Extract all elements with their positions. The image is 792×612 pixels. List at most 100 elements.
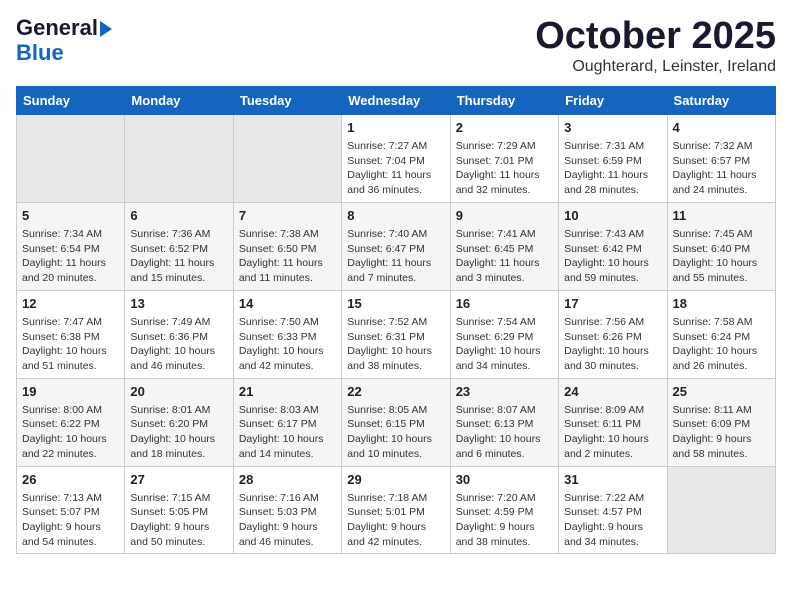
calendar-cell: 27 Sunrise: 7:15 AM Sunset: 5:05 PM Dayli…	[125, 466, 233, 554]
calendar-cell	[125, 114, 233, 202]
calendar-cell: 11 Sunrise: 7:45 AM Sunset: 6:40 PM Dayli…	[667, 202, 775, 290]
cell-content: Sunrise: 7:40 AM Sunset: 6:47 PM Dayligh…	[347, 227, 444, 286]
calendar-cell: 15Sunrise: 7:52 AM Sunset: 6:31 PM Dayli…	[342, 290, 450, 378]
day-number: 11	[673, 207, 770, 225]
day-number: 27	[130, 471, 227, 489]
cell-content: Sunrise: 7:50 AM Sunset: 6:33 PM Dayligh…	[239, 315, 336, 374]
cell-content: Sunrise: 8:01 AM Sunset: 6:20 PM Dayligh…	[130, 403, 227, 462]
calendar-cell: 1Sunrise: 7:27 AM Sunset: 7:04 PM Daylig…	[342, 114, 450, 202]
day-number: 17	[564, 295, 661, 313]
day-number: 13	[130, 295, 227, 313]
calendar-cell: 16Sunrise: 7:54 AM Sunset: 6:29 PM Dayli…	[450, 290, 558, 378]
cell-content: Sunrise: 7:13 AM Sunset: 5:07 PM Dayligh…	[22, 491, 119, 550]
logo-text: General	[16, 16, 112, 40]
calendar-table: SundayMondayTuesdayWednesdayThursdayFrid…	[16, 86, 776, 555]
day-number: 25	[673, 383, 770, 401]
header-day: Tuesday	[233, 86, 341, 114]
day-number: 5	[22, 207, 119, 225]
calendar-week: 1Sunrise: 7:27 AM Sunset: 7:04 PM Daylig…	[17, 114, 776, 202]
calendar-week: 12 Sunrise: 7:47 AM Sunset: 6:38 PM Dayli…	[17, 290, 776, 378]
day-number: 1	[347, 119, 444, 137]
header-row: SundayMondayTuesdayWednesdayThursdayFrid…	[17, 86, 776, 114]
logo-general: General	[16, 15, 98, 40]
logo: General Blue	[16, 16, 112, 66]
cell-content: Sunrise: 7:56 AM Sunset: 6:26 PM Dayligh…	[564, 315, 661, 374]
day-number: 12	[22, 295, 119, 313]
calendar-cell: 12 Sunrise: 7:47 AM Sunset: 6:38 PM Dayli…	[17, 290, 125, 378]
calendar-week: 26 Sunrise: 7:13 AM Sunset: 5:07 PM Dayli…	[17, 466, 776, 554]
cell-content: Sunrise: 7:34 AM Sunset: 6:54 PM Dayligh…	[22, 227, 119, 286]
calendar-week: 19 Sunrise: 8:00 AM Sunset: 6:22 PM Dayli…	[17, 378, 776, 466]
calendar-cell: 13 Sunrise: 7:49 AM Sunset: 6:36 PM Dayli…	[125, 290, 233, 378]
cell-content: Sunrise: 7:47 AM Sunset: 6:38 PM Dayligh…	[22, 315, 119, 374]
calendar-cell: 17 Sunrise: 7:56 AM Sunset: 6:26 PM Dayli…	[559, 290, 667, 378]
calendar-cell	[233, 114, 341, 202]
calendar-cell: 14Sunrise: 7:50 AM Sunset: 6:33 PM Dayli…	[233, 290, 341, 378]
calendar-cell: 5 Sunrise: 7:34 AM Sunset: 6:54 PM Daylig…	[17, 202, 125, 290]
cell-content: Sunrise: 7:15 AM Sunset: 5:05 PM Dayligh…	[130, 491, 227, 550]
cell-content: Sunrise: 7:31 AM Sunset: 6:59 PM Dayligh…	[564, 139, 661, 198]
day-number: 26	[22, 471, 119, 489]
header-day: Wednesday	[342, 86, 450, 114]
cell-content: Sunrise: 7:22 AM Sunset: 4:57 PM Dayligh…	[564, 491, 661, 550]
logo-blue: Blue	[16, 40, 64, 66]
day-number: 19	[22, 383, 119, 401]
calendar-cell: 3 Sunrise: 7:31 AM Sunset: 6:59 PM Daylig…	[559, 114, 667, 202]
header-day: Saturday	[667, 86, 775, 114]
calendar-cell: 22Sunrise: 8:05 AM Sunset: 6:15 PM Dayli…	[342, 378, 450, 466]
cell-content: Sunrise: 8:00 AM Sunset: 6:22 PM Dayligh…	[22, 403, 119, 462]
day-number: 7	[239, 207, 336, 225]
cell-content: Sunrise: 7:45 AM Sunset: 6:40 PM Dayligh…	[673, 227, 770, 286]
calendar-cell: 25 Sunrise: 8:11 AM Sunset: 6:09 PM Dayli…	[667, 378, 775, 466]
calendar-body: 1Sunrise: 7:27 AM Sunset: 7:04 PM Daylig…	[17, 114, 776, 554]
day-number: 24	[564, 383, 661, 401]
day-number: 23	[456, 383, 553, 401]
calendar-cell	[667, 466, 775, 554]
calendar-cell: 20 Sunrise: 8:01 AM Sunset: 6:20 PM Dayli…	[125, 378, 233, 466]
day-number: 3	[564, 119, 661, 137]
day-number: 31	[564, 471, 661, 489]
cell-content: Sunrise: 7:20 AM Sunset: 4:59 PM Dayligh…	[456, 491, 553, 550]
cell-content: Sunrise: 7:58 AM Sunset: 6:24 PM Dayligh…	[673, 315, 770, 374]
calendar-cell: 18 Sunrise: 7:58 AM Sunset: 6:24 PM Dayli…	[667, 290, 775, 378]
day-number: 15	[347, 295, 444, 313]
day-number: 30	[456, 471, 553, 489]
cell-content: Sunrise: 7:16 AM Sunset: 5:03 PM Dayligh…	[239, 491, 336, 550]
cell-content: Sunrise: 7:54 AM Sunset: 6:29 PM Dayligh…	[456, 315, 553, 374]
cell-content: Sunrise: 7:29 AM Sunset: 7:01 PM Dayligh…	[456, 139, 553, 198]
day-number: 21	[239, 383, 336, 401]
calendar-cell: 26 Sunrise: 7:13 AM Sunset: 5:07 PM Dayli…	[17, 466, 125, 554]
day-number: 6	[130, 207, 227, 225]
cell-content: Sunrise: 8:11 AM Sunset: 6:09 PM Dayligh…	[673, 403, 770, 462]
cell-content: Sunrise: 7:41 AM Sunset: 6:45 PM Dayligh…	[456, 227, 553, 286]
day-number: 8	[347, 207, 444, 225]
calendar-cell: 23 Sunrise: 8:07 AM Sunset: 6:13 PM Dayli…	[450, 378, 558, 466]
calendar-cell: 4Sunrise: 7:32 AM Sunset: 6:57 PM Daylig…	[667, 114, 775, 202]
calendar-cell: 29Sunrise: 7:18 AM Sunset: 5:01 PM Dayli…	[342, 466, 450, 554]
cell-content: Sunrise: 7:38 AM Sunset: 6:50 PM Dayligh…	[239, 227, 336, 286]
day-number: 18	[673, 295, 770, 313]
page-header: General Blue October 2025 Oughterard, Le…	[16, 16, 776, 76]
day-number: 2	[456, 119, 553, 137]
calendar-cell: 6Sunrise: 7:36 AM Sunset: 6:52 PM Daylig…	[125, 202, 233, 290]
month-title: October 2025	[535, 16, 776, 58]
calendar-cell	[17, 114, 125, 202]
day-number: 20	[130, 383, 227, 401]
day-number: 29	[347, 471, 444, 489]
calendar-cell: 2 Sunrise: 7:29 AM Sunset: 7:01 PM Daylig…	[450, 114, 558, 202]
day-number: 28	[239, 471, 336, 489]
calendar-cell: 19 Sunrise: 8:00 AM Sunset: 6:22 PM Dayli…	[17, 378, 125, 466]
cell-content: Sunrise: 8:07 AM Sunset: 6:13 PM Dayligh…	[456, 403, 553, 462]
calendar-cell: 10Sunrise: 7:43 AM Sunset: 6:42 PM Dayli…	[559, 202, 667, 290]
calendar-cell: 28 Sunrise: 7:16 AM Sunset: 5:03 PM Dayli…	[233, 466, 341, 554]
cell-content: Sunrise: 8:09 AM Sunset: 6:11 PM Dayligh…	[564, 403, 661, 462]
calendar-cell: 30 Sunrise: 7:20 AM Sunset: 4:59 PM Dayli…	[450, 466, 558, 554]
calendar-cell: 24 Sunrise: 8:09 AM Sunset: 6:11 PM Dayli…	[559, 378, 667, 466]
header-day: Friday	[559, 86, 667, 114]
cell-content: Sunrise: 7:32 AM Sunset: 6:57 PM Dayligh…	[673, 139, 770, 198]
cell-content: Sunrise: 8:05 AM Sunset: 6:15 PM Dayligh…	[347, 403, 444, 462]
calendar-cell: 9Sunrise: 7:41 AM Sunset: 6:45 PM Daylig…	[450, 202, 558, 290]
day-number: 10	[564, 207, 661, 225]
cell-content: Sunrise: 7:49 AM Sunset: 6:36 PM Dayligh…	[130, 315, 227, 374]
calendar-cell: 31 Sunrise: 7:22 AM Sunset: 4:57 PM Dayli…	[559, 466, 667, 554]
